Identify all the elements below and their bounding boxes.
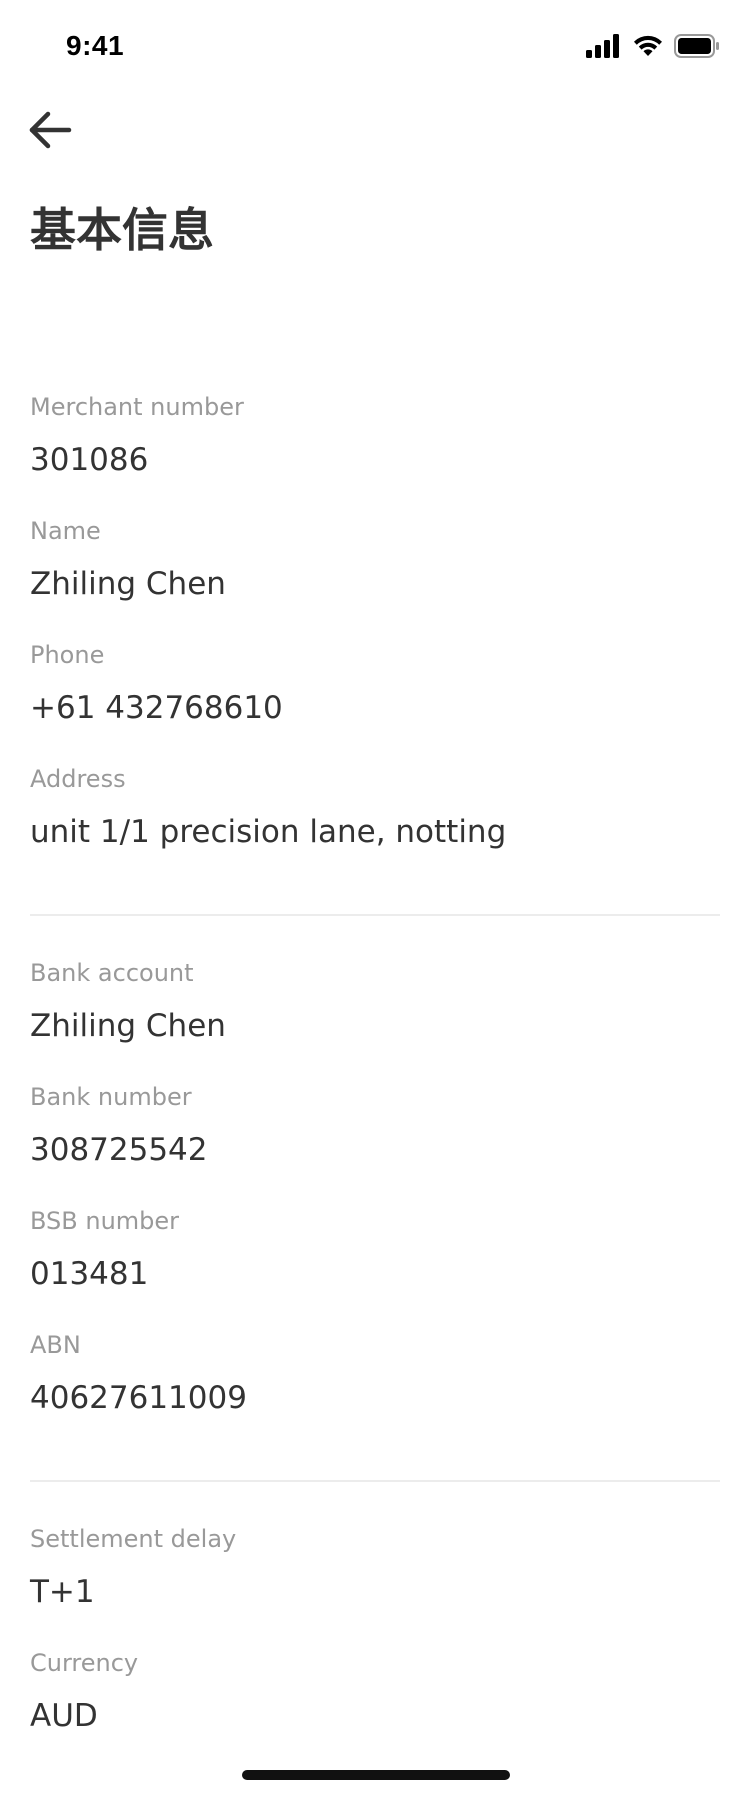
bank-info-section: Bank account Zhiling Chen Bank number 30… xyxy=(30,916,720,1480)
home-indicator[interactable] xyxy=(242,1770,510,1780)
field-value: Zhiling Chen xyxy=(30,1008,226,1044)
field-value: AUD xyxy=(30,1698,98,1734)
field-value: +61 432768610 xyxy=(30,690,283,726)
field-value: Zhiling Chen xyxy=(30,566,226,602)
field-merchant-number: Merchant number 301086 xyxy=(30,390,720,514)
page-title: 基本信息 xyxy=(30,203,214,257)
field-label: Settlement delay xyxy=(30,1525,237,1553)
arrow-left-icon xyxy=(26,110,72,154)
field-label: Address xyxy=(30,765,126,793)
field-value: 301086 xyxy=(30,442,149,478)
field-label: Currency xyxy=(30,1649,139,1677)
info-list: Merchant number 301086 Name Zhiling Chen… xyxy=(30,390,720,1770)
back-button[interactable] xyxy=(26,108,82,156)
field-name: Name Zhiling Chen xyxy=(30,514,720,638)
wifi-icon xyxy=(632,34,664,58)
settlement-info-section: Settlement delay T+1 Currency AUD xyxy=(30,1482,720,1770)
cellular-signal-icon xyxy=(586,34,622,58)
field-phone: Phone +61 432768610 xyxy=(30,638,720,762)
field-bsb-number: BSB number 013481 xyxy=(30,1204,720,1328)
field-address: Address unit 1/1 precision lane, notting xyxy=(30,762,720,914)
field-label: Bank number xyxy=(30,1083,192,1111)
field-currency: Currency AUD xyxy=(30,1646,720,1770)
field-label: Phone xyxy=(30,641,105,669)
status-bar: 9:41 xyxy=(0,0,750,92)
field-value: 013481 xyxy=(30,1256,149,1292)
field-value: 40627611009 xyxy=(30,1380,247,1416)
merchant-info-section: Merchant number 301086 Name Zhiling Chen… xyxy=(30,390,720,914)
field-label: Merchant number xyxy=(30,393,244,421)
status-time: 9:41 xyxy=(66,30,125,61)
field-label: BSB number xyxy=(30,1207,180,1235)
field-bank-account: Bank account Zhiling Chen xyxy=(30,956,720,1080)
status-icons xyxy=(586,34,720,58)
field-value: 308725542 xyxy=(30,1132,208,1168)
field-settlement-delay: Settlement delay T+1 xyxy=(30,1522,720,1646)
field-value: T+1 xyxy=(30,1574,95,1610)
battery-icon xyxy=(674,34,720,58)
field-value: unit 1/1 precision lane, notting xyxy=(30,814,507,850)
field-label: Name xyxy=(30,517,101,545)
field-bank-number: Bank number 308725542 xyxy=(30,1080,720,1204)
field-label: Bank account xyxy=(30,959,194,987)
field-label: ABN xyxy=(30,1331,81,1359)
field-abn: ABN 40627611009 xyxy=(30,1328,720,1480)
